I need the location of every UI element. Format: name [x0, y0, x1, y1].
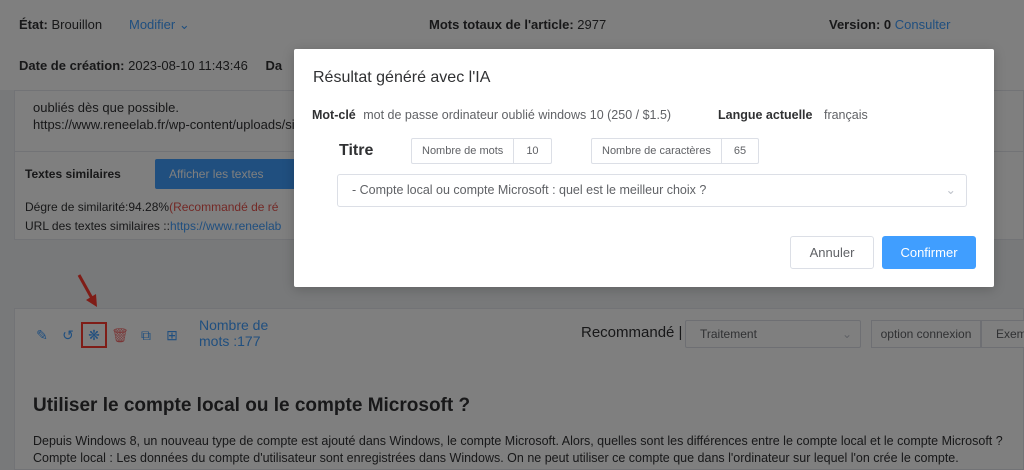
- dialog-title: Résultat généré avec l'IA: [313, 69, 491, 86]
- ai-result-dialog: Résultat généré avec l'IA Mot-clé mot de…: [294, 49, 994, 287]
- title-select[interactable]: - Compte local ou compte Microsoft : que…: [337, 174, 967, 207]
- word-count-box: Nombre de mots 10: [411, 138, 552, 164]
- char-count-value: 65: [733, 145, 747, 157]
- confirm-button[interactable]: Confirmer: [882, 236, 976, 269]
- language-label: Langue actuelle: [718, 108, 813, 122]
- keyword-label: Mot-clé: [312, 108, 356, 122]
- char-count-box: Nombre de caractères 65: [591, 138, 760, 164]
- language-value: français: [823, 108, 868, 122]
- chevron-down-icon: ⌄: [945, 183, 956, 197]
- keyword-info: Mot-clé mot de passe ordinateur oublié w…: [312, 108, 671, 122]
- cancel-button[interactable]: Annuler: [790, 236, 874, 269]
- language-info: Langue actuelle français: [718, 108, 868, 122]
- word-count-value: 10: [526, 145, 539, 157]
- titre-label: Titre: [339, 142, 374, 159]
- word-count-label: Nombre de mots: [412, 139, 515, 163]
- selected-title: - Compte local ou compte Microsoft : que…: [352, 183, 707, 197]
- char-count-label: Nombre de caractères: [592, 139, 722, 163]
- keyword-value: mot de passe ordinateur oublié windows 1…: [363, 108, 672, 122]
